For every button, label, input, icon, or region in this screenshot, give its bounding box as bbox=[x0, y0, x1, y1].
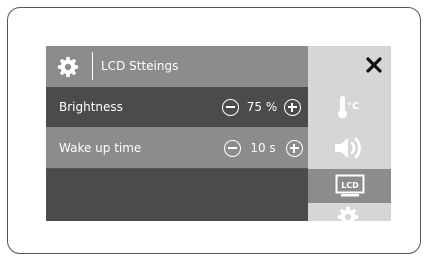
brightness-value: 75 % bbox=[246, 100, 278, 114]
wake-up-time-decrease-button[interactable] bbox=[224, 140, 241, 157]
close-icon[interactable] bbox=[363, 54, 385, 76]
lcd-icon: LCD bbox=[335, 174, 365, 197]
wake-up-time-label: Wake up time bbox=[59, 141, 142, 155]
wake-up-time-increase-button[interactable] bbox=[286, 140, 303, 157]
side-menu-settings[interactable] bbox=[308, 203, 391, 221]
header-divider bbox=[92, 52, 93, 80]
speaker-icon bbox=[335, 137, 361, 159]
wake-up-time-value: 10 s bbox=[250, 141, 276, 155]
brightness-decrease-button[interactable] bbox=[222, 99, 239, 116]
temperature-unit-label: °C bbox=[347, 101, 359, 112]
side-menu-lcd[interactable]: LCD bbox=[308, 169, 391, 203]
gear-icon bbox=[57, 56, 79, 78]
gear-icon bbox=[337, 206, 359, 221]
lcd-icon-label: LCD bbox=[341, 181, 359, 190]
panel-header: LCD Stteings bbox=[46, 46, 308, 87]
setting-row-wake-up-time: Wake up time 10 s bbox=[46, 128, 308, 169]
settings-panel: LCD Stteings Brightness 75 % Wake up tim… bbox=[46, 46, 308, 221]
side-menu: °C LCD bbox=[308, 46, 391, 221]
side-menu-temperature[interactable]: °C bbox=[308, 88, 391, 128]
side-menu-sound[interactable] bbox=[308, 128, 391, 168]
brightness-increase-button[interactable] bbox=[284, 99, 301, 116]
setting-row-brightness: Brightness 75 % bbox=[46, 87, 308, 128]
lcd-screen: LCD Stteings Brightness 75 % Wake up tim… bbox=[46, 46, 391, 221]
page-title: LCD Stteings bbox=[101, 59, 179, 73]
thermometer-icon: °C bbox=[338, 96, 359, 119]
brightness-label: Brightness bbox=[59, 100, 123, 114]
